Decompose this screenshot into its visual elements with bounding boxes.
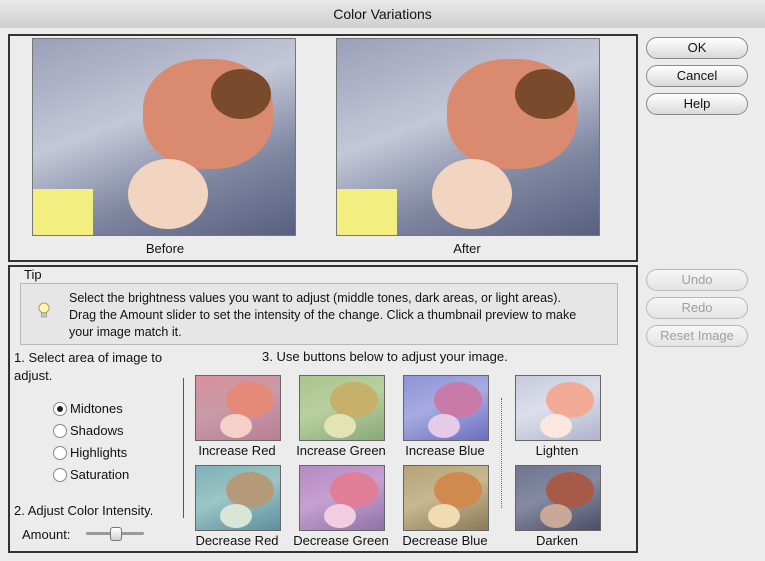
increase-red-label[interactable]: Increase Red <box>187 443 287 458</box>
before-image <box>32 38 296 236</box>
window-titlebar: Color Variations <box>0 0 765 29</box>
reset-image-button[interactable]: Reset Image <box>646 325 748 347</box>
thumb-decrease-red[interactable] <box>195 465 281 531</box>
step2-label: 2. Adjust Color Intensity. <box>14 503 154 518</box>
step3-label: 3. Use buttons below to adjust your imag… <box>262 349 508 364</box>
lighten-label[interactable]: Lighten <box>507 443 607 458</box>
radio-shadows-label[interactable]: Shadows <box>70 423 123 438</box>
decrease-green-label[interactable]: Decrease Green <box>286 533 396 548</box>
darken-label[interactable]: Darken <box>507 533 607 548</box>
vertical-separator <box>183 378 184 518</box>
thumb-increase-green[interactable] <box>299 375 385 441</box>
tip-heading: Tip <box>24 267 42 282</box>
amount-label: Amount: <box>22 527 71 542</box>
increase-blue-label[interactable]: Increase Blue <box>395 443 495 458</box>
radio-saturation-label[interactable]: Saturation <box>70 467 129 482</box>
window-title: Color Variations <box>333 6 432 22</box>
ok-button[interactable]: OK <box>646 37 748 59</box>
thumb-lighten[interactable] <box>515 375 601 441</box>
thumb-darken[interactable] <box>515 465 601 531</box>
lightbulb-icon <box>38 302 50 318</box>
tip-box: Select the brightness values you want to… <box>20 283 618 345</box>
radio-midtones[interactable] <box>53 402 67 416</box>
decrease-red-label[interactable]: Decrease Red <box>187 533 287 548</box>
radio-midtones-label[interactable]: Midtones <box>70 401 123 416</box>
help-button[interactable]: Help <box>646 93 748 115</box>
radio-highlights[interactable] <box>53 446 67 460</box>
after-label: After <box>453 241 481 256</box>
after-image <box>336 38 600 236</box>
amount-slider-handle[interactable] <box>110 527 122 541</box>
thumb-increase-blue[interactable] <box>403 375 489 441</box>
thumb-decrease-green[interactable] <box>299 465 385 531</box>
redo-button[interactable]: Redo <box>646 297 748 319</box>
cancel-button[interactable]: Cancel <box>646 65 748 87</box>
decrease-blue-label[interactable]: Decrease Blue <box>392 533 498 548</box>
thumb-decrease-blue[interactable] <box>403 465 489 531</box>
tip-text: Select the brightness values you want to… <box>69 291 577 339</box>
before-label: Before <box>145 241 185 256</box>
radio-shadows[interactable] <box>53 424 67 438</box>
thumb-increase-red[interactable] <box>195 375 281 441</box>
dotted-separator <box>501 398 502 508</box>
step1-label: 1. Select area of image to adjust. <box>14 350 163 383</box>
radio-highlights-label[interactable]: Highlights <box>70 445 127 460</box>
radio-saturation[interactable] <box>53 468 67 482</box>
undo-button[interactable]: Undo <box>646 269 748 291</box>
increase-green-label[interactable]: Increase Green <box>291 443 391 458</box>
